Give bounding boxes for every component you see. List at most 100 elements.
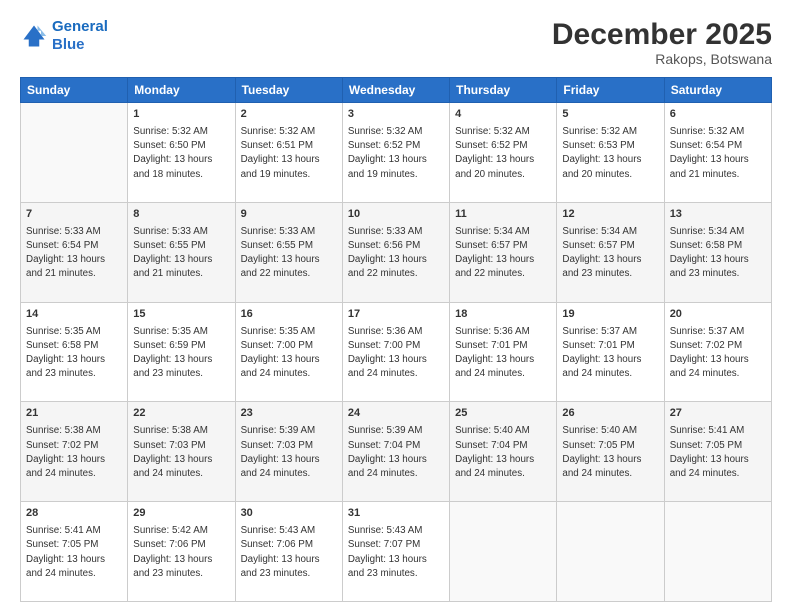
day-info: Sunrise: 5:34 AM Sunset: 6:57 PM Dayligh… xyxy=(455,225,551,282)
day-number: 7 xyxy=(26,207,122,223)
calendar-cell: 12 Sunrise: 5:34 AM Sunset: 6:57 PM Dayli… xyxy=(557,202,664,302)
day-number: 23 xyxy=(241,406,337,422)
day-info: Sunrise: 5:37 AM Sunset: 7:02 PM Dayligh… xyxy=(670,325,766,382)
calendar-cell: 4Sunrise: 5:32 AM Sunset: 6:52 PM Daylig… xyxy=(450,103,557,203)
day-info: Sunrise: 5:36 AM Sunset: 7:00 PM Dayligh… xyxy=(348,325,444,382)
day-number: 19 xyxy=(562,307,658,323)
calendar-cell: 22 Sunrise: 5:38 AM Sunset: 7:03 PM Dayli… xyxy=(128,402,235,502)
day-info: Sunrise: 5:33 AM Sunset: 6:54 PM Dayligh… xyxy=(26,225,122,282)
day-info: Sunrise: 5:39 AM Sunset: 7:03 PM Dayligh… xyxy=(241,424,337,481)
header-cell-friday: Friday xyxy=(557,78,664,103)
day-number: 30 xyxy=(241,506,337,522)
day-number: 27 xyxy=(670,406,766,422)
calendar-week-row: 14 Sunrise: 5:35 AM Sunset: 6:58 PM Dayli… xyxy=(21,302,772,402)
day-info: Sunrise: 5:43 AM Sunset: 7:07 PM Dayligh… xyxy=(348,524,444,581)
day-number: 5 xyxy=(562,107,658,123)
day-number: 15 xyxy=(133,307,229,323)
calendar-body: 1 Sunrise: 5:32 AM Sunset: 6:50 PM Daylig… xyxy=(21,103,772,602)
day-number: 10 xyxy=(348,207,444,223)
calendar-cell: 18Sunrise: 5:36 AM Sunset: 7:01 PM Dayli… xyxy=(450,302,557,402)
calendar-cell xyxy=(664,502,771,602)
day-number: 20 xyxy=(670,307,766,323)
calendar-cell: 15 Sunrise: 5:35 AM Sunset: 6:59 PM Dayli… xyxy=(128,302,235,402)
day-number: 11 xyxy=(455,207,551,223)
calendar-page: General Blue December 2025 Rakops, Botsw… xyxy=(0,0,792,612)
header-cell-thursday: Thursday xyxy=(450,78,557,103)
day-info: Sunrise: 5:38 AM Sunset: 7:03 PM Dayligh… xyxy=(133,424,229,481)
calendar-cell: 14 Sunrise: 5:35 AM Sunset: 6:58 PM Dayli… xyxy=(21,302,128,402)
day-number: 2 xyxy=(241,107,337,123)
calendar-cell: 10 Sunrise: 5:33 AM Sunset: 6:56 PM Dayli… xyxy=(342,202,449,302)
day-number: 22 xyxy=(133,406,229,422)
day-number: 25 xyxy=(455,406,551,422)
calendar-cell: 25Sunrise: 5:40 AM Sunset: 7:04 PM Dayli… xyxy=(450,402,557,502)
day-info: Sunrise: 5:37 AM Sunset: 7:01 PM Dayligh… xyxy=(562,325,658,382)
calendar-week-row: 28Sunrise: 5:41 AM Sunset: 7:05 PM Dayli… xyxy=(21,502,772,602)
calendar-cell: 27Sunrise: 5:41 AM Sunset: 7:05 PM Dayli… xyxy=(664,402,771,502)
calendar-cell: 23 Sunrise: 5:39 AM Sunset: 7:03 PM Dayli… xyxy=(235,402,342,502)
calendar-cell: 29Sunrise: 5:42 AM Sunset: 7:06 PM Dayli… xyxy=(128,502,235,602)
calendar-table: SundayMondayTuesdayWednesdayThursdayFrid… xyxy=(20,77,772,602)
day-info: Sunrise: 5:39 AM Sunset: 7:04 PM Dayligh… xyxy=(348,424,444,481)
calendar-cell xyxy=(21,103,128,203)
calendar-header: SundayMondayTuesdayWednesdayThursdayFrid… xyxy=(21,78,772,103)
header-cell-monday: Monday xyxy=(128,78,235,103)
day-number: 3 xyxy=(348,107,444,123)
calendar-cell: 5 Sunrise: 5:32 AM Sunset: 6:53 PM Daylig… xyxy=(557,103,664,203)
day-number: 21 xyxy=(26,406,122,422)
day-info: Sunrise: 5:35 AM Sunset: 6:59 PM Dayligh… xyxy=(133,325,229,382)
calendar-cell: 31Sunrise: 5:43 AM Sunset: 7:07 PM Dayli… xyxy=(342,502,449,602)
day-info: Sunrise: 5:33 AM Sunset: 6:55 PM Dayligh… xyxy=(241,225,337,282)
calendar-cell: 17 Sunrise: 5:36 AM Sunset: 7:00 PM Dayli… xyxy=(342,302,449,402)
day-info: Sunrise: 5:41 AM Sunset: 7:05 PM Dayligh… xyxy=(26,524,122,581)
day-info: Sunrise: 5:33 AM Sunset: 6:55 PM Dayligh… xyxy=(133,225,229,282)
day-number: 8 xyxy=(133,207,229,223)
day-info: Sunrise: 5:32 AM Sunset: 6:50 PM Dayligh… xyxy=(133,125,229,182)
day-info: Sunrise: 5:32 AM Sunset: 6:54 PM Dayligh… xyxy=(670,125,766,182)
header-cell-tuesday: Tuesday xyxy=(235,78,342,103)
day-number: 24 xyxy=(348,406,444,422)
calendar-cell: 7 Sunrise: 5:33 AM Sunset: 6:54 PM Daylig… xyxy=(21,202,128,302)
logo: General Blue xyxy=(20,18,108,54)
day-info: Sunrise: 5:33 AM Sunset: 6:56 PM Dayligh… xyxy=(348,225,444,282)
calendar-cell: 3 Sunrise: 5:32 AM Sunset: 6:52 PM Daylig… xyxy=(342,103,449,203)
header-row: SundayMondayTuesdayWednesdayThursdayFrid… xyxy=(21,78,772,103)
day-info: Sunrise: 5:40 AM Sunset: 7:05 PM Dayligh… xyxy=(562,424,658,481)
day-number: 16 xyxy=(241,307,337,323)
day-info: Sunrise: 5:32 AM Sunset: 6:52 PM Dayligh… xyxy=(348,125,444,182)
logo-line2: Blue xyxy=(52,36,85,53)
day-number: 14 xyxy=(26,307,122,323)
calendar-cell: 1 Sunrise: 5:32 AM Sunset: 6:50 PM Daylig… xyxy=(128,103,235,203)
day-info: Sunrise: 5:32 AM Sunset: 6:53 PM Dayligh… xyxy=(562,125,658,182)
header: General Blue December 2025 Rakops, Botsw… xyxy=(20,18,772,67)
calendar-cell: 8 Sunrise: 5:33 AM Sunset: 6:55 PM Daylig… xyxy=(128,202,235,302)
day-info: Sunrise: 5:32 AM Sunset: 6:52 PM Dayligh… xyxy=(455,125,551,182)
day-info: Sunrise: 5:43 AM Sunset: 7:06 PM Dayligh… xyxy=(241,524,337,581)
day-number: 1 xyxy=(133,107,229,123)
logo-text: General Blue xyxy=(52,18,108,54)
header-cell-wednesday: Wednesday xyxy=(342,78,449,103)
calendar-cell: 13Sunrise: 5:34 AM Sunset: 6:58 PM Dayli… xyxy=(664,202,771,302)
calendar-cell xyxy=(450,502,557,602)
day-info: Sunrise: 5:35 AM Sunset: 6:58 PM Dayligh… xyxy=(26,325,122,382)
main-title: December 2025 xyxy=(552,18,772,51)
day-number: 9 xyxy=(241,207,337,223)
calendar-week-row: 1 Sunrise: 5:32 AM Sunset: 6:50 PM Daylig… xyxy=(21,103,772,203)
calendar-week-row: 21Sunrise: 5:38 AM Sunset: 7:02 PM Dayli… xyxy=(21,402,772,502)
day-number: 13 xyxy=(670,207,766,223)
calendar-cell: 16 Sunrise: 5:35 AM Sunset: 7:00 PM Dayli… xyxy=(235,302,342,402)
logo-line1: General xyxy=(52,18,108,35)
day-info: Sunrise: 5:35 AM Sunset: 7:00 PM Dayligh… xyxy=(241,325,337,382)
day-number: 17 xyxy=(348,307,444,323)
calendar-cell: 11 Sunrise: 5:34 AM Sunset: 6:57 PM Dayli… xyxy=(450,202,557,302)
calendar-cell: 20 Sunrise: 5:37 AM Sunset: 7:02 PM Dayli… xyxy=(664,302,771,402)
calendar-cell: 30 Sunrise: 5:43 AM Sunset: 7:06 PM Dayli… xyxy=(235,502,342,602)
title-block: December 2025 Rakops, Botswana xyxy=(552,18,772,67)
day-info: Sunrise: 5:34 AM Sunset: 6:57 PM Dayligh… xyxy=(562,225,658,282)
day-number: 18 xyxy=(455,307,551,323)
day-number: 26 xyxy=(562,406,658,422)
day-number: 12 xyxy=(562,207,658,223)
header-cell-saturday: Saturday xyxy=(664,78,771,103)
logo-icon xyxy=(20,22,48,50)
calendar-cell xyxy=(557,502,664,602)
